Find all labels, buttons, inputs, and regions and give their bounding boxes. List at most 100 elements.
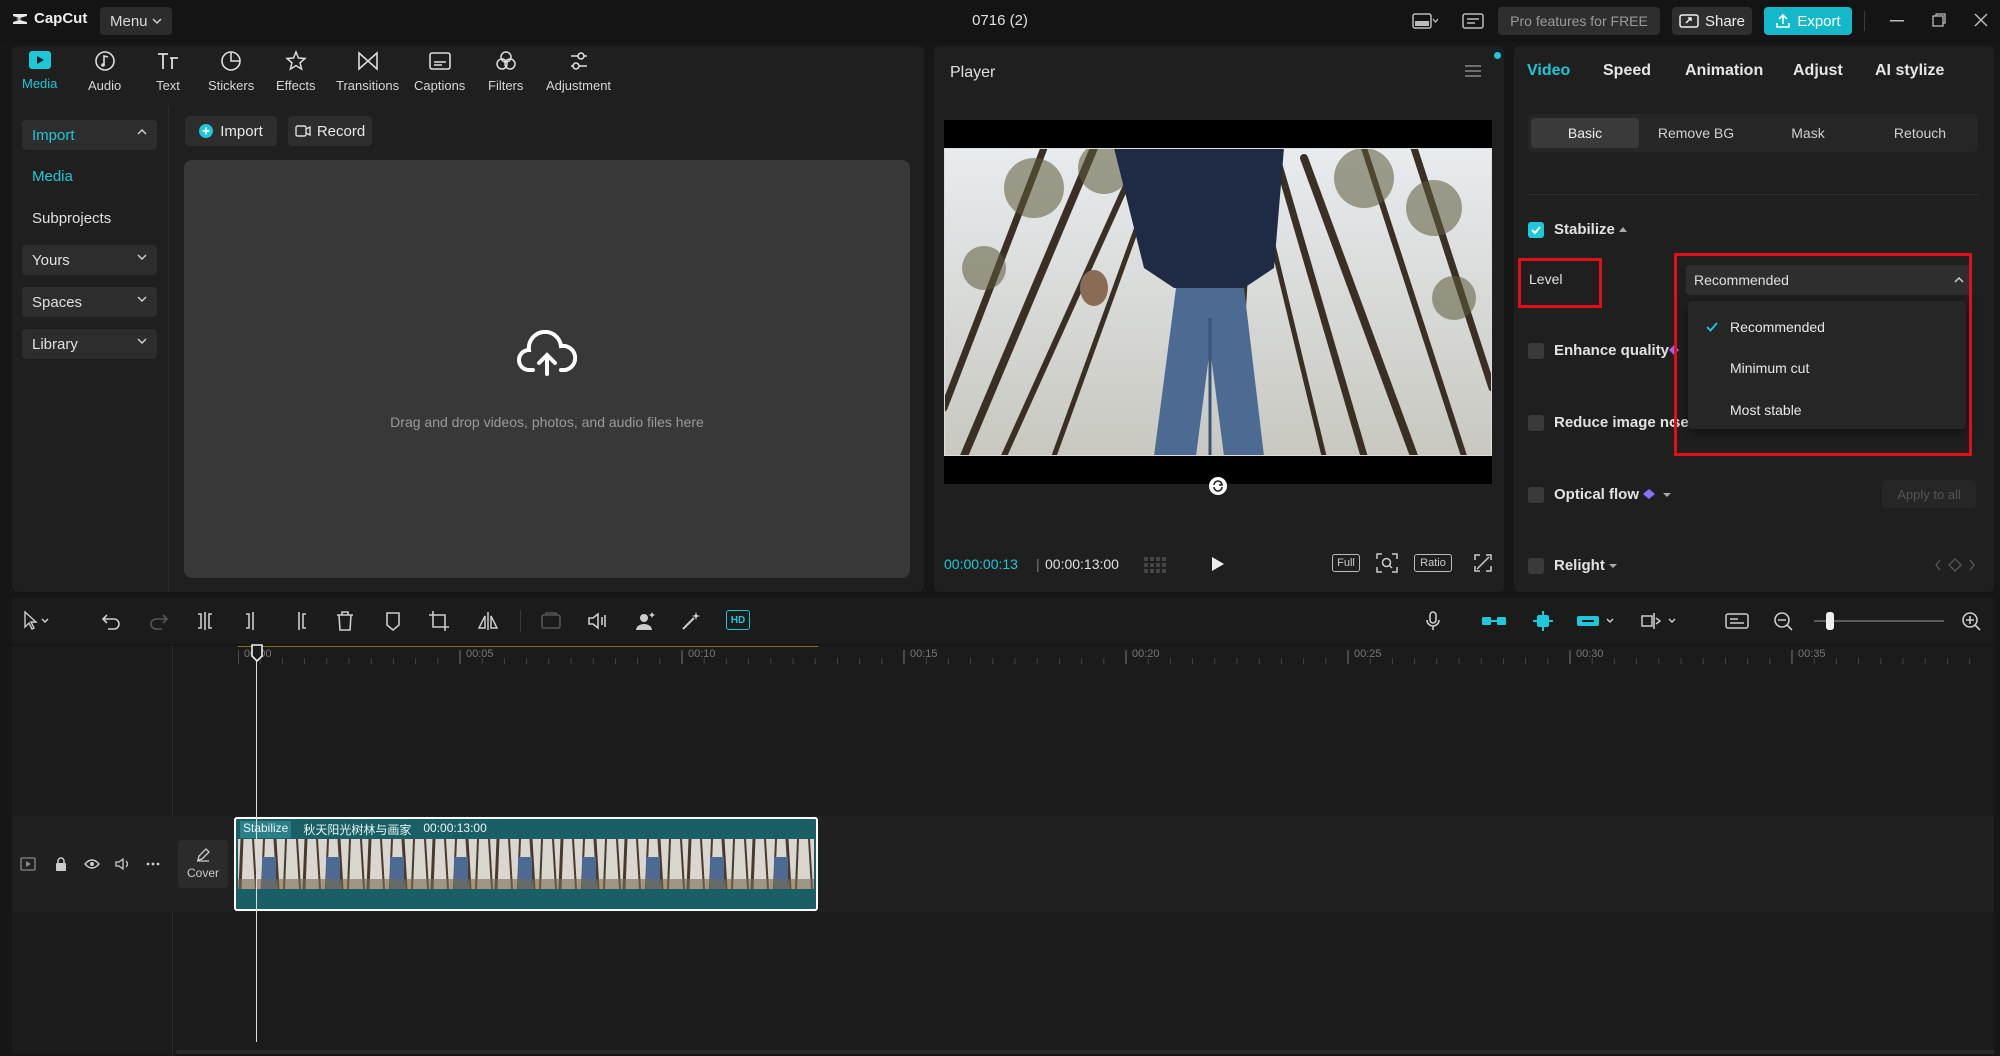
video-clip[interactable]: Stabilize 秋天阳光树林与画家 00:00:13:00 xyxy=(234,817,818,911)
layout-icon[interactable] xyxy=(1412,12,1438,30)
more-icon[interactable] xyxy=(146,862,160,866)
restore-icon[interactable] xyxy=(1932,13,1946,27)
full-quality-button[interactable]: Full xyxy=(1332,554,1360,572)
ratio-button[interactable]: Ratio xyxy=(1414,554,1452,572)
tab-ai-stylize[interactable]: AI stylize xyxy=(1875,62,1944,80)
zoom-in-icon[interactable] xyxy=(1960,610,1982,632)
cover-button[interactable]: Cover xyxy=(178,840,228,888)
sidebar-item-yours[interactable]: Yours xyxy=(22,245,157,275)
undo-icon[interactable] xyxy=(100,610,122,632)
pro-features-button[interactable]: Pro features for FREE xyxy=(1498,7,1660,35)
crop-icon[interactable] xyxy=(428,610,450,632)
freeze-frame-icon[interactable] xyxy=(540,610,562,632)
playhead-line[interactable] xyxy=(256,650,257,1042)
zoom-out-icon[interactable] xyxy=(1772,610,1794,632)
audio-extract-icon[interactable] xyxy=(586,610,608,632)
clip-thumbnail xyxy=(430,839,494,889)
marker-icon[interactable] xyxy=(382,610,404,632)
caret-down-icon[interactable] xyxy=(1608,563,1618,569)
timeline-scrollbar[interactable] xyxy=(176,1050,1994,1054)
stabilize-checkbox[interactable] xyxy=(1528,222,1544,238)
delete-icon[interactable] xyxy=(334,610,356,632)
ruler-label: 00:35 xyxy=(1798,648,1826,660)
tab-transitions[interactable]: Transitions xyxy=(336,50,399,98)
tab-adjust[interactable]: Adjust xyxy=(1793,62,1843,80)
link-clips-icon[interactable] xyxy=(1576,610,1620,632)
shortcut-icon[interactable] xyxy=(1462,12,1484,30)
tab-stickers[interactable]: Stickers xyxy=(208,50,254,98)
ruler-label: 00:15 xyxy=(910,648,938,660)
hd-button[interactable]: HD xyxy=(726,610,752,632)
zoom-slider-thumb[interactable] xyxy=(1826,612,1834,630)
apply-to-all-button[interactable]: Apply to all xyxy=(1882,480,1976,508)
fullscreen-icon[interactable] xyxy=(1474,554,1492,572)
split-icon[interactable] xyxy=(194,610,216,632)
subtab-mask[interactable]: Mask xyxy=(1754,118,1862,148)
import-button[interactable]: Import xyxy=(185,116,277,146)
hamburger-icon[interactable] xyxy=(1464,64,1482,78)
magic-wand-icon[interactable] xyxy=(680,610,702,632)
sidebar-item-spaces[interactable]: Spaces xyxy=(22,287,157,317)
total-time: 00:00:13:00 xyxy=(1045,556,1119,572)
stickers-icon xyxy=(221,51,241,71)
tab-effects[interactable]: Effects xyxy=(276,50,316,98)
relight-checkbox[interactable] xyxy=(1528,558,1544,574)
optical-flow-checkbox[interactable] xyxy=(1528,487,1544,503)
lock-icon[interactable] xyxy=(54,856,68,872)
tab-audio[interactable]: Audio xyxy=(88,50,121,98)
mute-icon[interactable] xyxy=(115,857,131,871)
share-button[interactable]: Share xyxy=(1672,7,1752,35)
split-left-icon[interactable] xyxy=(242,610,264,632)
tab-video[interactable]: Video xyxy=(1527,62,1570,80)
preview-axis-icon[interactable] xyxy=(1640,610,1684,632)
enhance-quality-label: Enhance quality xyxy=(1554,342,1670,359)
tab-speed[interactable]: Speed xyxy=(1603,62,1651,80)
tab-label: Media xyxy=(22,76,58,91)
record-button[interactable]: Record xyxy=(288,116,372,146)
divider xyxy=(168,106,169,592)
ai-person-icon[interactable] xyxy=(634,610,656,632)
main-track-magnet-icon[interactable] xyxy=(1480,610,1508,632)
auto-snap-icon[interactable] xyxy=(1530,610,1556,632)
tab-animation[interactable]: Animation xyxy=(1685,62,1763,80)
subtab-retouch[interactable]: Retouch xyxy=(1866,118,1974,148)
tab-media[interactable]: Media xyxy=(22,50,57,98)
sidebar-item-import[interactable]: Import xyxy=(22,120,157,150)
rotate-icon[interactable] xyxy=(1208,476,1228,496)
grid-icon[interactable] xyxy=(1144,555,1172,573)
reduce-noise-checkbox[interactable] xyxy=(1528,415,1544,431)
media-drop-zone[interactable]: Drag and drop videos, photos, and audio … xyxy=(184,160,910,578)
microphone-icon[interactable] xyxy=(1422,610,1444,632)
ratio-label: Ratio xyxy=(1420,557,1446,569)
caret-up-icon[interactable] xyxy=(1618,226,1628,232)
cover-label: Cover xyxy=(186,866,219,880)
clip-name: 秋天阳光树林与画家 xyxy=(303,823,412,837)
caret-down-icon[interactable] xyxy=(1662,492,1672,498)
sidebar-item-library[interactable]: Library xyxy=(22,329,157,359)
split-right-icon[interactable] xyxy=(288,610,310,632)
subtab-basic[interactable]: Basic xyxy=(1531,118,1639,148)
mirror-icon[interactable] xyxy=(476,610,499,632)
redo-icon[interactable] xyxy=(148,610,170,632)
tab-adjustment[interactable]: Adjustment xyxy=(546,50,611,98)
tab-filters[interactable]: Filters xyxy=(488,50,523,98)
captions-icon xyxy=(428,52,451,70)
enhance-quality-checkbox[interactable] xyxy=(1528,343,1544,359)
subtab-remove-bg[interactable]: Remove BG xyxy=(1642,118,1750,148)
sidebar-item-media[interactable]: Media xyxy=(22,161,157,191)
eye-icon[interactable] xyxy=(84,858,100,870)
play-button[interactable] xyxy=(1211,556,1225,572)
zoom-fit-icon[interactable] xyxy=(1376,553,1398,573)
minimize-icon[interactable] xyxy=(1890,20,1904,22)
track-video-icon xyxy=(20,857,36,871)
tab-text[interactable]: Text xyxy=(156,50,180,98)
export-button[interactable]: Export xyxy=(1764,7,1852,35)
tab-captions[interactable]: Captions xyxy=(414,50,465,98)
keyframe-icon[interactable] xyxy=(1934,557,1976,573)
sidebar-item-subprojects[interactable]: Subprojects xyxy=(22,203,157,233)
playhead-handle[interactable] xyxy=(250,644,264,662)
select-tool-icon[interactable] xyxy=(22,610,49,632)
close-icon[interactable] xyxy=(1974,13,1988,27)
caption-sync-icon[interactable] xyxy=(1724,610,1750,632)
tab-label: Filters xyxy=(488,78,524,93)
